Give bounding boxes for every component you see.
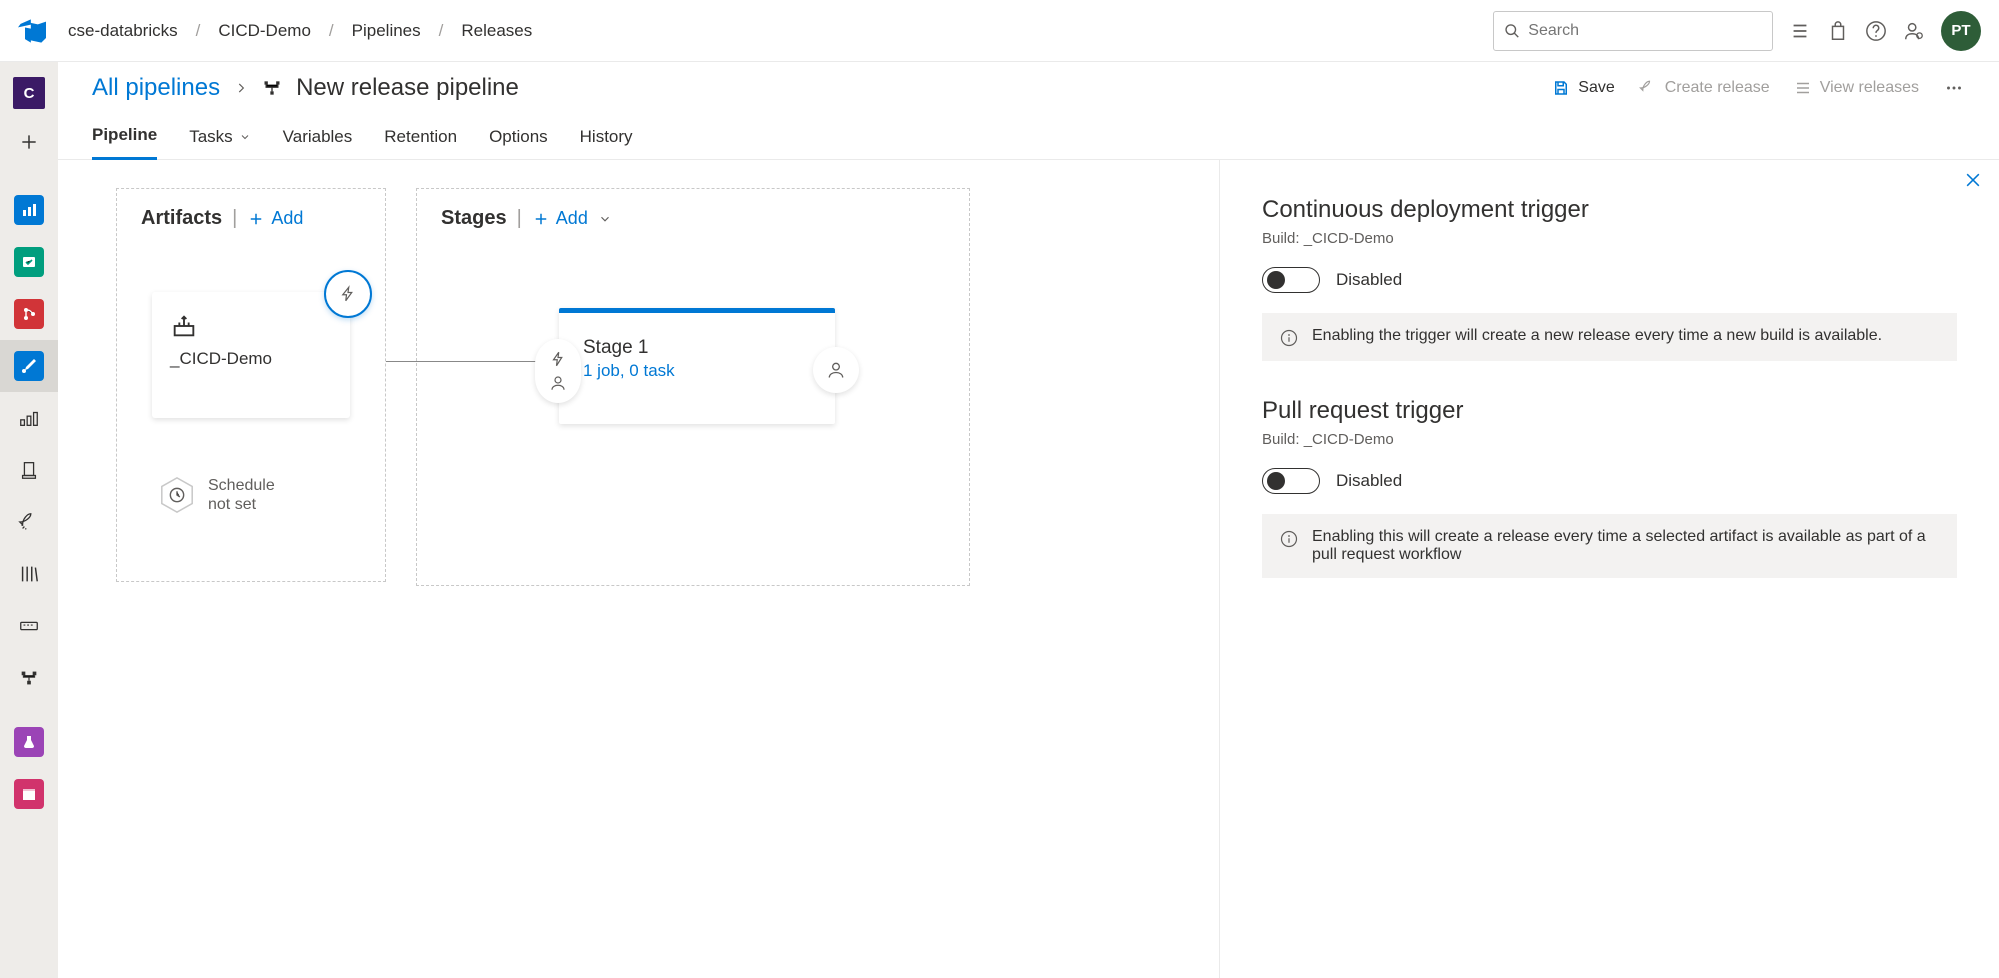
sidebar-taskgroups-icon[interactable] [0, 600, 58, 652]
list-icon [1794, 79, 1812, 97]
artifacts-heading: Artifacts [141, 207, 222, 230]
sidebar-testplans[interactable] [0, 716, 58, 768]
pr-info-box: Enabling this will create a release ever… [1262, 514, 1957, 578]
tab-variables[interactable]: Variables [283, 114, 353, 160]
sidebar-overview[interactable] [0, 184, 58, 236]
pipeline-canvas: Artifacts | Add _CICD-Demo Schedule not … [58, 160, 1999, 978]
sidebar-rocket-icon[interactable] [0, 496, 58, 548]
cd-trigger-heading: Continuous deployment trigger [1262, 196, 1957, 224]
view-releases-button[interactable]: View releases [1794, 79, 1919, 97]
pr-trigger-heading: Pull request trigger [1262, 397, 1957, 425]
tab-history[interactable]: History [580, 114, 633, 160]
trigger-panel: Continuous deployment trigger Build: _CI… [1219, 160, 1999, 978]
help-icon[interactable] [1865, 20, 1887, 42]
stage-card[interactable]: Stage 1 1 job, 0 task [559, 308, 835, 424]
azure-devops-logo-icon [18, 17, 46, 45]
breadcrumb-item[interactable]: Pipelines [352, 21, 421, 41]
bag-icon[interactable] [1827, 20, 1849, 42]
plus-icon [532, 210, 550, 228]
all-pipelines-link[interactable]: All pipelines [92, 74, 220, 102]
sidebar: C [0, 62, 58, 978]
chevron-down-icon [239, 131, 251, 143]
breadcrumb-item[interactable]: CICD-Demo [218, 21, 311, 41]
stage-tasks-link[interactable]: 1 job, 0 task [583, 361, 811, 381]
list-icon[interactable] [1789, 20, 1811, 42]
stages-heading: Stages [441, 207, 507, 230]
search-icon [1504, 22, 1520, 40]
schedule-indicator[interactable]: Schedule not set [158, 476, 275, 514]
sidebar-releases[interactable] [0, 444, 58, 496]
rocket-icon [1639, 79, 1657, 97]
post-conditions-badge[interactable] [813, 347, 859, 393]
pr-trigger-toggle[interactable] [1262, 468, 1320, 494]
add-stage-button[interactable]: Add [532, 208, 612, 229]
breadcrumb-item[interactable]: cse-databricks [68, 21, 178, 41]
build-icon [170, 312, 198, 340]
cd-trigger-toggle[interactable] [1262, 267, 1320, 293]
sidebar-pipelines[interactable] [0, 340, 58, 392]
close-icon[interactable] [1963, 170, 1983, 190]
save-button[interactable]: Save [1552, 79, 1614, 97]
sidebar-boards[interactable] [0, 236, 58, 288]
more-icon[interactable] [1943, 77, 1965, 99]
breadcrumb: cse-databricks / CICD-Demo / Pipelines /… [68, 21, 532, 41]
top-bar: cse-databricks / CICD-Demo / Pipelines /… [0, 0, 1999, 62]
cd-info-box: Enabling the trigger will create a new r… [1262, 313, 1957, 361]
plus-icon [247, 210, 265, 228]
sidebar-library-icon[interactable] [0, 548, 58, 600]
clock-hex-icon [158, 476, 196, 514]
cd-trigger-status: Disabled [1336, 270, 1402, 290]
add-button[interactable] [0, 116, 58, 168]
sidebar-repos[interactable] [0, 288, 58, 340]
search-field[interactable] [1528, 22, 1762, 40]
sidebar-environments[interactable] [0, 392, 58, 444]
pr-build-label: Build: _CICD-Demo [1262, 431, 1957, 448]
pipeline-icon [262, 78, 282, 98]
main-area: All pipelines New release pipeline Save … [58, 62, 1999, 978]
breadcrumb-item[interactable]: Releases [461, 21, 532, 41]
stage-name: Stage 1 [583, 337, 811, 359]
schedule-text: Schedule not set [208, 476, 275, 514]
sidebar-deployment-icon[interactable] [0, 652, 58, 704]
pre-conditions-badge[interactable] [535, 339, 581, 403]
chevron-down-icon [598, 212, 612, 226]
add-artifact-button[interactable]: Add [247, 208, 303, 229]
pipeline-header: All pipelines New release pipeline Save … [58, 62, 1999, 114]
avatar[interactable]: PT [1941, 11, 1981, 51]
project-tile[interactable]: C [0, 70, 58, 116]
create-release-button[interactable]: Create release [1639, 79, 1770, 97]
bolt-icon [549, 350, 567, 368]
pr-trigger-status: Disabled [1336, 471, 1402, 491]
search-input[interactable] [1493, 11, 1773, 51]
artifact-card[interactable]: _CICD-Demo [152, 292, 350, 418]
person-icon [826, 360, 846, 380]
artifact-name: _CICD-Demo [170, 349, 330, 369]
info-icon [1280, 530, 1298, 548]
sidebar-artifacts[interactable] [0, 768, 58, 820]
trigger-badge[interactable] [324, 270, 372, 318]
cd-build-label: Build: _CICD-Demo [1262, 230, 1957, 247]
user-settings-icon[interactable] [1903, 20, 1925, 42]
tab-tasks[interactable]: Tasks [189, 114, 250, 160]
save-icon [1552, 79, 1570, 97]
tab-pipeline[interactable]: Pipeline [92, 114, 157, 160]
tab-bar: Pipeline Tasks Variables Retention Optio… [58, 114, 1999, 160]
person-icon [549, 374, 567, 392]
info-icon [1280, 329, 1298, 347]
bolt-icon [339, 285, 357, 303]
tab-retention[interactable]: Retention [384, 114, 457, 160]
chevron-right-icon [234, 81, 248, 95]
pipeline-title[interactable]: New release pipeline [296, 74, 519, 102]
tab-options[interactable]: Options [489, 114, 548, 160]
